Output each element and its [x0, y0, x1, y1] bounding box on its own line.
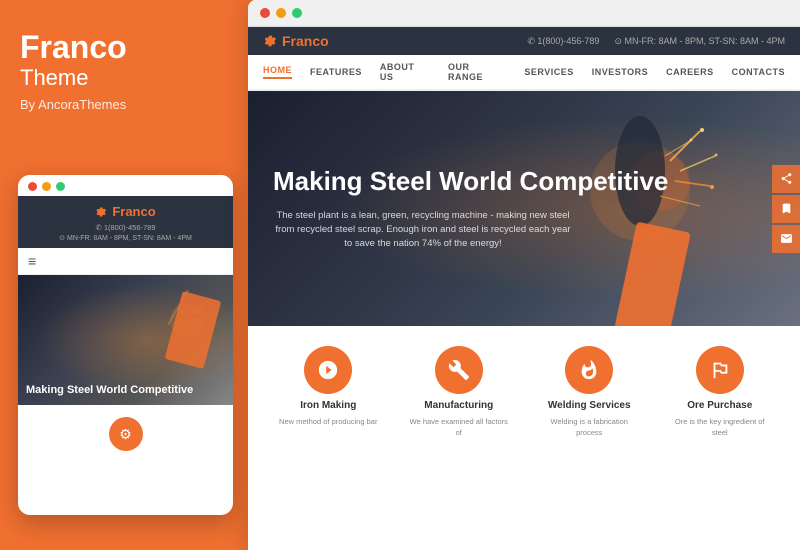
welding-label: Welding Services [548, 400, 631, 411]
mobile-phone: ✆ 1(800)-456-789 [28, 223, 223, 232]
bookmark-icon [780, 202, 793, 215]
nav-services[interactable]: SERVICES [524, 67, 573, 77]
feature-welding: Welding Services Welding is a fabricatio… [524, 346, 655, 438]
brand-name: Franco Theme [20, 30, 228, 91]
gear-icon [95, 206, 107, 218]
brand-by: By AncoraThemes [20, 97, 228, 112]
mobile-feature-icon: ⚙ [109, 417, 143, 451]
ore-purchase-desc: Ore is the key ingredient of steel [670, 417, 770, 438]
hamburger-icon: ≡ [28, 253, 36, 269]
sidebar-icon-2[interactable] [772, 195, 800, 223]
mobile-hero: Making Steel World Competitive [18, 275, 233, 405]
feature-manufacturing: Manufacturing We have examined all facto… [394, 346, 525, 438]
flame-icon [578, 359, 600, 381]
feature-ore-purchase: Ore Purchase Ore is the key ingredient o… [655, 346, 786, 438]
site-header: Franco ✆ 1(800)-456-789 ⊙ MN-FR: 8AM - 8… [248, 27, 800, 55]
mobile-dot-yellow [42, 182, 51, 191]
iron-making-label: Iron Making [300, 400, 356, 411]
mobile-icon-row: ⚙ [18, 417, 233, 451]
welding-desc: Welding is a fabrication process [539, 417, 639, 438]
mobile-titlebar [18, 175, 233, 196]
mobile-logo-row: Franco [28, 204, 223, 219]
nav-range[interactable]: OUR RANGE [448, 62, 506, 82]
ore-purchase-label: Ore Purchase [687, 400, 752, 411]
manufacturing-label: Manufacturing [424, 400, 493, 411]
features-section: Iron Making New method of producing bar … [248, 326, 800, 453]
site-logo-text: Franco [282, 33, 329, 49]
mountain-icon [709, 359, 731, 381]
nav-features[interactable]: FEATURES [310, 67, 362, 77]
manufacturing-icon [435, 346, 483, 394]
manufacturing-desc: We have examined all factors of [409, 417, 509, 438]
browser-dot-red[interactable] [260, 8, 270, 18]
mobile-dot-green [56, 182, 65, 191]
mobile-hero-title: Making Steel World Competitive [26, 384, 193, 397]
left-panel: Franco Theme By AncoraThemes Franco ✆ 1(… [0, 0, 248, 550]
browser-dot-green[interactable] [292, 8, 302, 18]
ore-purchase-icon [696, 346, 744, 394]
site-contact-info: ✆ 1(800)-456-789 ⊙ MN-FR: 8AM - 8PM, ST-… [527, 36, 785, 47]
welding-icon [565, 346, 613, 394]
iron-making-icon [304, 346, 352, 394]
wrench-icon [448, 359, 470, 381]
site-logo: Franco [263, 33, 329, 49]
iron-making-desc: New method of producing bar [279, 417, 377, 428]
site-hours: ⊙ MN-FR: 8AM - 8PM, ST-SN: 8AM - 4PM [614, 36, 785, 47]
mobile-header: Franco ✆ 1(800)-456-789 ⊙ MN-FR: 8AM - 8… [18, 196, 233, 248]
mobile-logo-text: Franco [112, 204, 155, 219]
nav-about[interactable]: ABOUT US [380, 62, 430, 82]
browser-dot-yellow[interactable] [276, 8, 286, 18]
site-phone: ✆ 1(800)-456-789 [527, 36, 599, 47]
hero-title: Making Steel World Competitive [273, 166, 668, 197]
mobile-dot-red [28, 182, 37, 191]
hero-desc: The steel plant is a lean, green, recycl… [273, 209, 573, 252]
brand-title: Franco [20, 29, 127, 65]
nav-careers[interactable]: CAREERS [666, 67, 714, 77]
hero-sidebar-icons [772, 165, 800, 253]
brand-subtitle: Theme [20, 65, 228, 91]
feature-iron-making: Iron Making New method of producing bar [263, 346, 394, 438]
mobile-hours: ⊙ MN-FR: 8AM - 8PM, ST-SN: 8AM - 4PM [28, 234, 223, 242]
browser-mockup: Franco ✆ 1(800)-456-789 ⊙ MN-FR: 8AM - 8… [248, 0, 800, 550]
nav-home[interactable]: HOME [263, 65, 292, 79]
browser-titlebar [248, 0, 800, 27]
email-icon [780, 232, 793, 245]
mobile-menu-bar[interactable]: ≡ [18, 248, 233, 275]
mobile-mockup: Franco ✆ 1(800)-456-789 ⊙ MN-FR: 8AM - 8… [18, 175, 233, 515]
anvil-icon [317, 359, 339, 381]
site-gear-icon [263, 34, 277, 48]
sidebar-icon-1[interactable] [772, 165, 800, 193]
nav-investors[interactable]: INVESTORS [592, 67, 648, 77]
site-nav: HOME FEATURES ABOUT US OUR RANGE SERVICE… [248, 55, 800, 91]
nav-contacts[interactable]: CONTACTS [732, 67, 785, 77]
site-hero: Making Steel World Competitive The steel… [248, 91, 800, 326]
share-icon [780, 172, 793, 185]
sidebar-icon-3[interactable] [772, 225, 800, 253]
hero-content: Making Steel World Competitive The steel… [248, 166, 693, 252]
